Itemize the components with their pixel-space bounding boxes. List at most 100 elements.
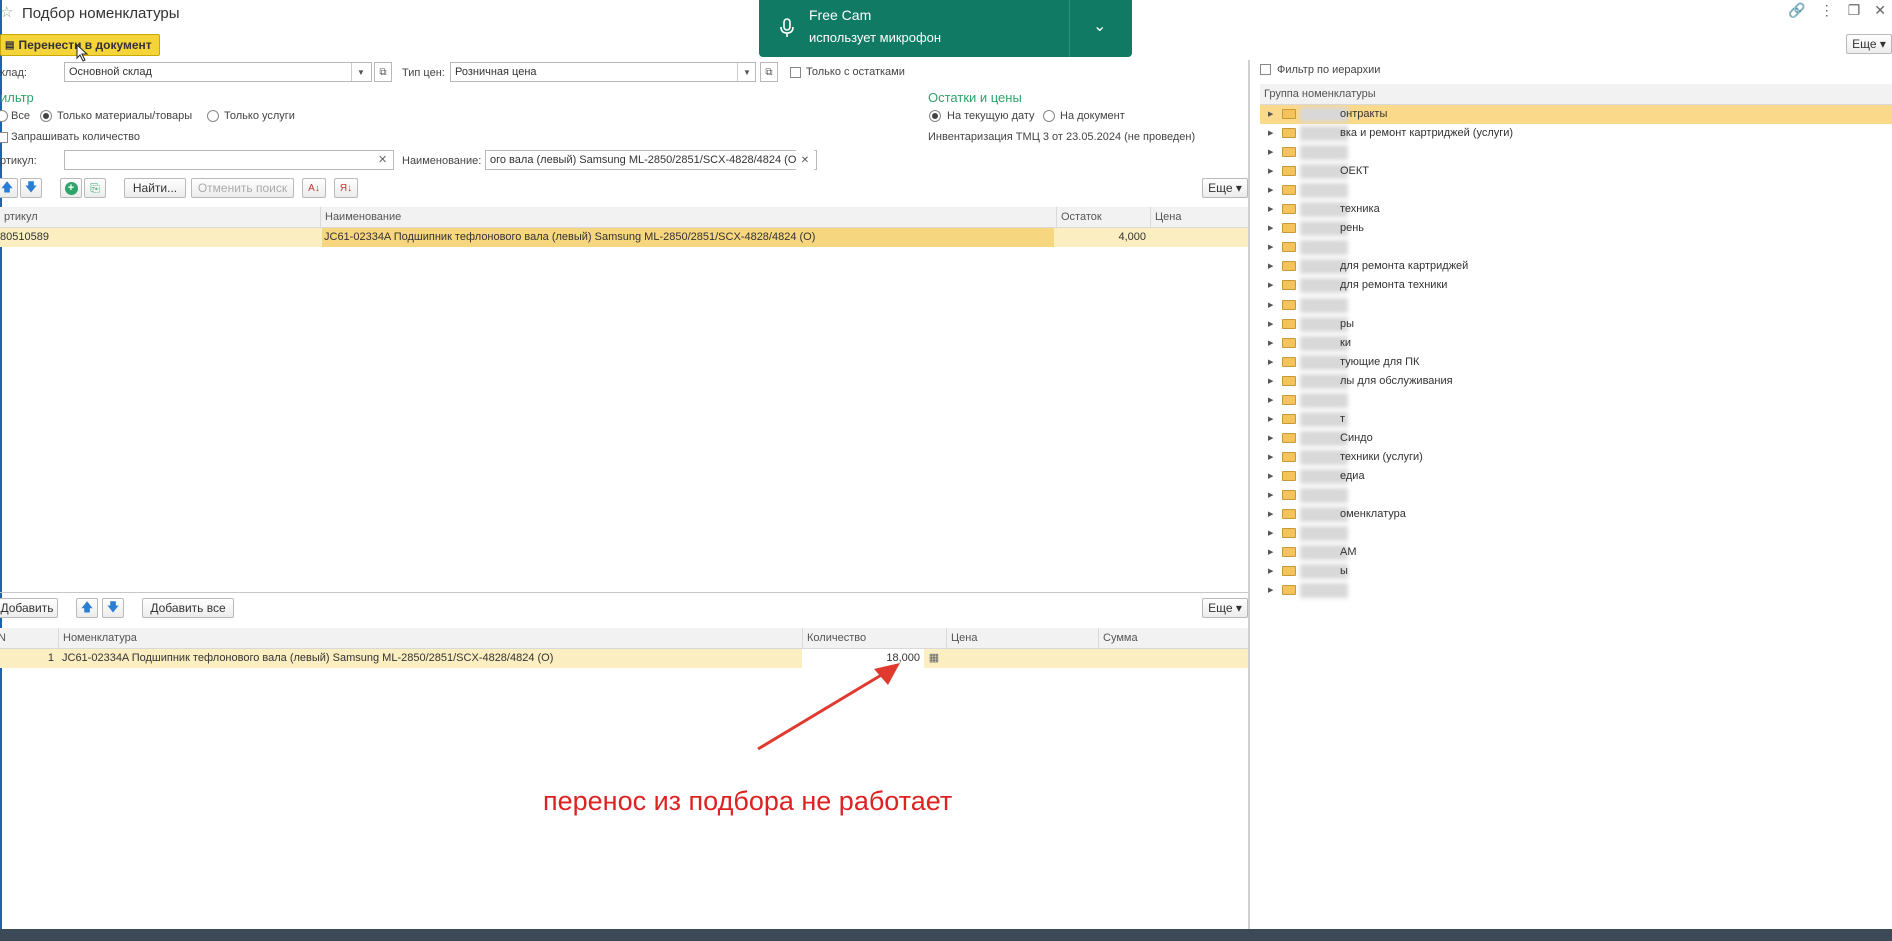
expand-arrow-icon[interactable]: ▶ bbox=[1268, 167, 1273, 175]
expand-arrow-icon[interactable]: ▶ bbox=[1268, 148, 1273, 156]
tree-item[interactable]: ▶ АМ bbox=[1260, 543, 1892, 562]
panel-splitter-vertical[interactable] bbox=[1248, 60, 1250, 929]
table-row[interactable]: 80510589 JC61-02334A Подшипник тефлоново… bbox=[0, 228, 1248, 247]
chevron-down-icon[interactable]: ⌄ bbox=[1093, 16, 1106, 36]
more-vertical-icon[interactable]: ⋮ bbox=[1820, 2, 1834, 19]
chevron-down-icon[interactable]: ▼ bbox=[351, 63, 370, 81]
clear-icon[interactable]: ✕ bbox=[796, 150, 814, 170]
more-button[interactable]: Еще ▾ bbox=[1202, 598, 1248, 618]
ask-quantity-checkbox[interactable] bbox=[0, 132, 8, 143]
expand-arrow-icon[interactable]: ▶ bbox=[1268, 186, 1273, 194]
tree-item[interactable]: ▶ bbox=[1260, 581, 1892, 600]
radio-current-date[interactable] bbox=[929, 110, 941, 122]
expand-arrow-icon[interactable]: ▶ bbox=[1268, 224, 1273, 232]
inventory-link[interactable]: Инвентаризация ТМЦ 3 от 23.05.2024 (не п… bbox=[928, 131, 1195, 143]
open-icon[interactable]: ⧉ bbox=[374, 62, 392, 82]
find-button[interactable]: Найти... bbox=[124, 178, 186, 198]
name-search-field[interactable]: ого вала (левый) Samsung ML-2850/2851/SC… bbox=[485, 150, 817, 170]
expand-arrow-icon[interactable]: ▶ bbox=[1268, 529, 1273, 537]
tree-item[interactable]: ▶ bbox=[1260, 296, 1892, 315]
tree-item[interactable]: ▶ bbox=[1260, 524, 1892, 543]
more-button[interactable]: Еще ▾ bbox=[1202, 178, 1248, 198]
open-icon[interactable]: ⧉ bbox=[760, 62, 778, 82]
expand-arrow-icon[interactable]: ▶ bbox=[1268, 434, 1273, 442]
expand-arrow-icon[interactable]: ▶ bbox=[1268, 567, 1273, 575]
expand-arrow-icon[interactable]: ▶ bbox=[1268, 453, 1273, 461]
tree-item[interactable]: ▶ для ремонта техники bbox=[1260, 276, 1892, 295]
radio-on-document[interactable] bbox=[1043, 110, 1055, 122]
add-all-button[interactable]: Добавить все bbox=[142, 598, 234, 618]
arrow-down-icon[interactable]: 🡇 bbox=[102, 598, 124, 618]
warehouse-field[interactable]: Основной склад bbox=[64, 62, 372, 82]
tree-item[interactable]: ▶ ки bbox=[1260, 334, 1892, 353]
arrow-up-icon[interactable]: 🡅 bbox=[0, 178, 18, 198]
expand-arrow-icon[interactable]: ▶ bbox=[1268, 510, 1273, 518]
clear-icon[interactable]: ✕ bbox=[378, 153, 387, 166]
tree-item[interactable]: ▶ едиа bbox=[1260, 467, 1892, 486]
expand-arrow-icon[interactable]: ▶ bbox=[1268, 415, 1273, 423]
expand-arrow-icon[interactable]: ▶ bbox=[1268, 472, 1273, 480]
only-stock-checkbox[interactable] bbox=[790, 67, 801, 78]
arrow-down-icon[interactable]: 🡇 bbox=[20, 178, 42, 198]
expand-arrow-icon[interactable]: ▶ bbox=[1268, 377, 1273, 385]
tree-item[interactable]: ▶ техника bbox=[1260, 200, 1892, 219]
tree-item[interactable]: ▶ техники (услуги) bbox=[1260, 448, 1892, 467]
column-article[interactable]: ртикул bbox=[0, 207, 320, 227]
window-more-button[interactable]: Еще ▾ bbox=[1846, 34, 1892, 54]
expand-arrow-icon[interactable]: ▶ bbox=[1268, 129, 1273, 137]
column-price[interactable]: Цена bbox=[946, 628, 1098, 648]
tree-item[interactable]: ▶ ры bbox=[1260, 315, 1892, 334]
sort-asc-icon[interactable]: A↓ bbox=[302, 178, 326, 198]
link-icon[interactable]: 🔗 bbox=[1788, 2, 1805, 19]
add-icon[interactable]: + bbox=[60, 178, 82, 198]
chevron-down-icon[interactable]: ▼ bbox=[737, 63, 756, 81]
expand-arrow-icon[interactable]: ▶ bbox=[1268, 548, 1273, 556]
expand-arrow-icon[interactable]: ▶ bbox=[1268, 320, 1273, 328]
expand-arrow-icon[interactable]: ▶ bbox=[1268, 491, 1273, 499]
column-group[interactable]: Группа номенклатуры bbox=[1260, 84, 1892, 104]
expand-arrow-icon[interactable]: ▶ bbox=[1268, 243, 1273, 251]
expand-arrow-icon[interactable]: ▶ bbox=[1268, 110, 1273, 118]
tree-item[interactable]: ▶ онтракты bbox=[1260, 105, 1892, 124]
tree-item[interactable]: ▶ ОЕКТ bbox=[1260, 162, 1892, 181]
tree-item[interactable]: ▶ тующие для ПК bbox=[1260, 353, 1892, 372]
expand-arrow-icon[interactable]: ▶ bbox=[1268, 301, 1273, 309]
tree-item[interactable]: ▶ лы для обслуживания bbox=[1260, 372, 1892, 391]
tree-item[interactable]: ▶ bbox=[1260, 486, 1892, 505]
close-icon[interactable]: ✕ bbox=[1874, 2, 1886, 19]
column-stock[interactable]: Остаток bbox=[1056, 207, 1150, 227]
expand-arrow-icon[interactable]: ▶ bbox=[1268, 205, 1273, 213]
radio-materials[interactable] bbox=[40, 110, 52, 122]
tree-item[interactable]: ▶ для ремонта картриджей bbox=[1260, 257, 1892, 276]
column-quantity[interactable]: Количество bbox=[802, 628, 946, 648]
tree-item[interactable]: ▶ bbox=[1260, 238, 1892, 257]
hierarchy-filter-checkbox[interactable] bbox=[1260, 64, 1271, 75]
cancel-search-button[interactable]: Отменить поиск bbox=[191, 178, 294, 198]
add-button[interactable]: Добавить bbox=[0, 598, 58, 618]
tree-item[interactable]: ▶ Синдо bbox=[1260, 429, 1892, 448]
radio-services[interactable] bbox=[207, 110, 219, 122]
arrow-up-icon[interactable]: 🡅 bbox=[76, 598, 98, 618]
article-field[interactable] bbox=[64, 150, 394, 170]
restore-icon[interactable]: ❐ bbox=[1848, 2, 1861, 19]
price-type-field[interactable]: Розничная цена bbox=[450, 62, 756, 82]
favorite-star-icon[interactable]: ☆ bbox=[0, 3, 13, 21]
table-row[interactable]: 1 JC61-02334A Подшипник тефлонового вала… bbox=[0, 649, 1248, 668]
expand-arrow-icon[interactable]: ▶ bbox=[1268, 358, 1273, 366]
expand-arrow-icon[interactable]: ▶ bbox=[1268, 281, 1273, 289]
expand-arrow-icon[interactable]: ▶ bbox=[1268, 339, 1273, 347]
column-sum[interactable]: Сумма bbox=[1098, 628, 1248, 648]
calculator-icon[interactable]: ▦ bbox=[926, 649, 942, 668]
column-n[interactable]: N bbox=[0, 628, 58, 648]
copy-icon[interactable]: ⎘ bbox=[84, 178, 106, 198]
tree-item[interactable]: ▶ bbox=[1260, 143, 1892, 162]
panel-splitter[interactable] bbox=[0, 592, 1248, 593]
tree-item[interactable]: ▶ вка и ремонт картриджей (услуги) bbox=[1260, 124, 1892, 143]
tree-item[interactable]: ▶ bbox=[1260, 391, 1892, 410]
sort-desc-icon[interactable]: Я↓ bbox=[334, 178, 358, 198]
expand-arrow-icon[interactable]: ▶ bbox=[1268, 586, 1273, 594]
radio-all[interactable] bbox=[0, 110, 8, 122]
tree-item[interactable]: ▶ оменклатура bbox=[1260, 505, 1892, 524]
expand-arrow-icon[interactable]: ▶ bbox=[1268, 262, 1273, 270]
column-nomenclature[interactable]: Номенклатура bbox=[58, 628, 802, 648]
